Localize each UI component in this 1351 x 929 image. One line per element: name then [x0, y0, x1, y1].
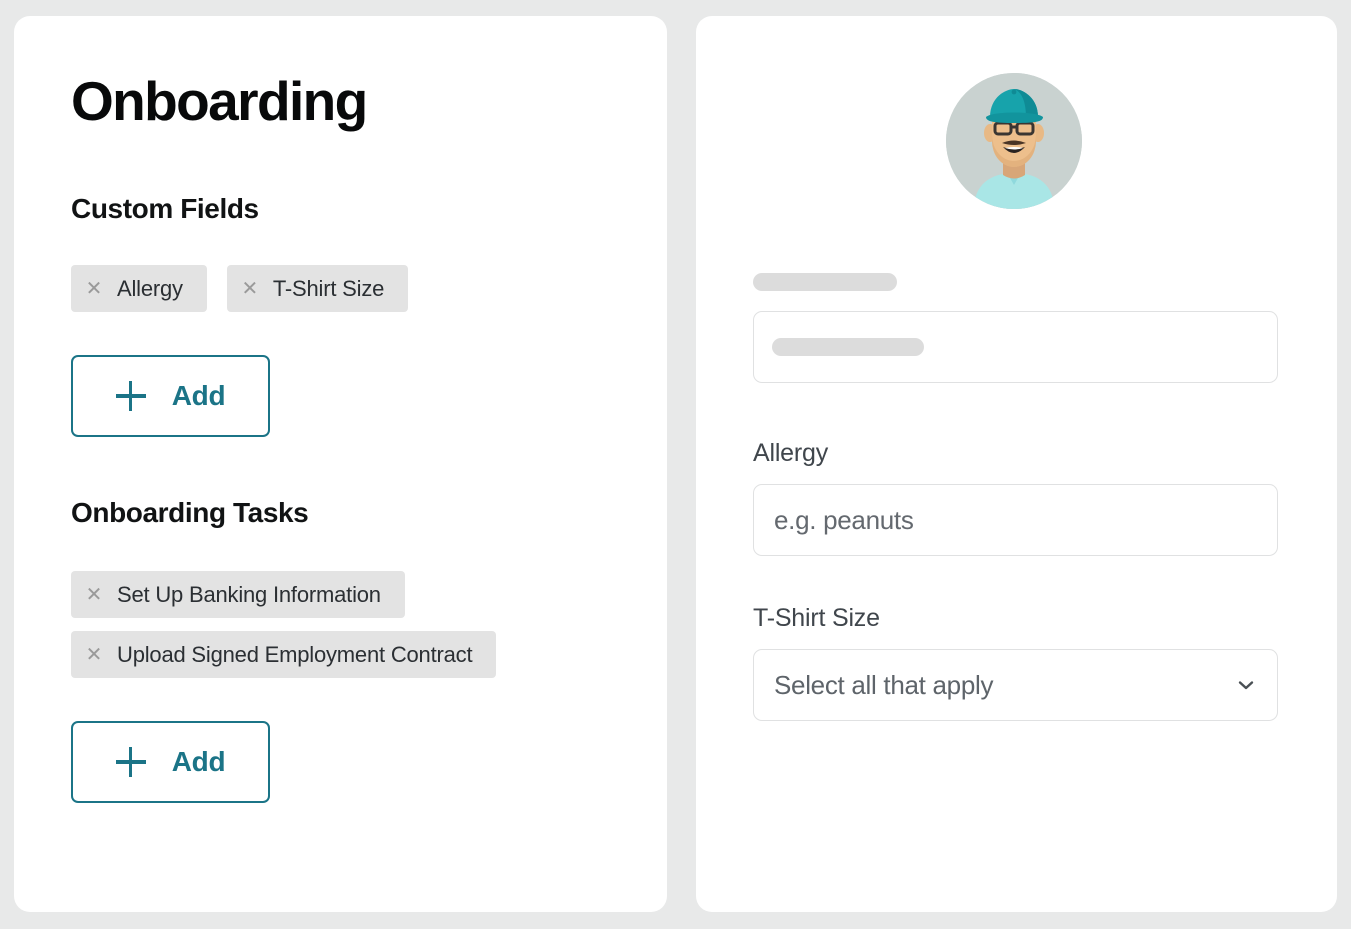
field-label-tshirt-size: T-Shirt Size	[753, 604, 880, 632]
skeleton-label-bar	[753, 273, 897, 291]
onboarding-preview-card: Allergy T-Shirt Size Select all that app…	[696, 16, 1337, 912]
custom-fields-heading: Custom Fields	[71, 193, 259, 224]
chip-allergy[interactable]: ✕ Allergy	[71, 265, 207, 312]
skeleton-field	[753, 273, 1278, 383]
chevron-down-icon[interactable]	[1235, 674, 1257, 696]
onboarding-tasks-heading: Onboarding Tasks	[71, 497, 309, 528]
chip-set-up-banking-information[interactable]: ✕ Set Up Banking Information	[71, 571, 405, 618]
chip-label: T-Shirt Size	[272, 275, 385, 301]
plus-icon	[115, 381, 146, 411]
allergy-input[interactable]	[753, 484, 1278, 556]
close-icon[interactable]: ✕	[227, 279, 273, 299]
field-tshirt-size: T-Shirt Size Select all that apply	[753, 606, 1278, 721]
chip-tshirt-size[interactable]: ✕ T-Shirt Size	[226, 265, 409, 312]
add-custom-field-button[interactable]: Add	[71, 355, 270, 437]
close-icon[interactable]: ✕	[71, 585, 117, 605]
onboarding-settings-card: Onboarding Custom Fields ✕ Allergy ✕ T-S…	[14, 16, 667, 912]
chip-label: Upload Signed Employment Contract	[117, 641, 473, 667]
close-icon[interactable]: ✕	[71, 645, 117, 665]
add-button-label: Add	[171, 380, 226, 411]
tshirt-size-select[interactable]: Select all that apply	[753, 649, 1278, 721]
field-allergy: Allergy	[753, 441, 1278, 556]
chip-upload-signed-employment-contract[interactable]: ✕ Upload Signed Employment Contract	[71, 631, 497, 678]
skeleton-input[interactable]	[753, 311, 1278, 383]
tshirt-size-select-value: Select all that apply	[774, 669, 994, 700]
plus-icon	[115, 747, 146, 777]
left-panel-content: Onboarding Custom Fields ✕ Allergy ✕ T-S…	[14, 16, 667, 803]
app-root: Onboarding Custom Fields ✕ Allergy ✕ T-S…	[0, 0, 1351, 929]
page-title: Onboarding	[71, 70, 368, 132]
chip-label: Set Up Banking Information	[117, 581, 381, 607]
close-icon[interactable]: ✕	[71, 279, 117, 299]
skeleton-value-bar	[772, 338, 924, 356]
custom-fields-chip-list: ✕ Allergy ✕ T-Shirt Size	[71, 265, 667, 312]
field-label-allergy: Allergy	[753, 439, 829, 467]
add-onboarding-task-button[interactable]: Add	[71, 721, 270, 803]
onboarding-tasks-chip-list: ✕ Set Up Banking Information ✕ Upload Si…	[71, 571, 667, 678]
avatar	[946, 73, 1082, 209]
user-avatar-illustration	[946, 73, 1082, 209]
add-button-label: Add	[171, 746, 226, 777]
chip-label: Allergy	[117, 275, 183, 301]
